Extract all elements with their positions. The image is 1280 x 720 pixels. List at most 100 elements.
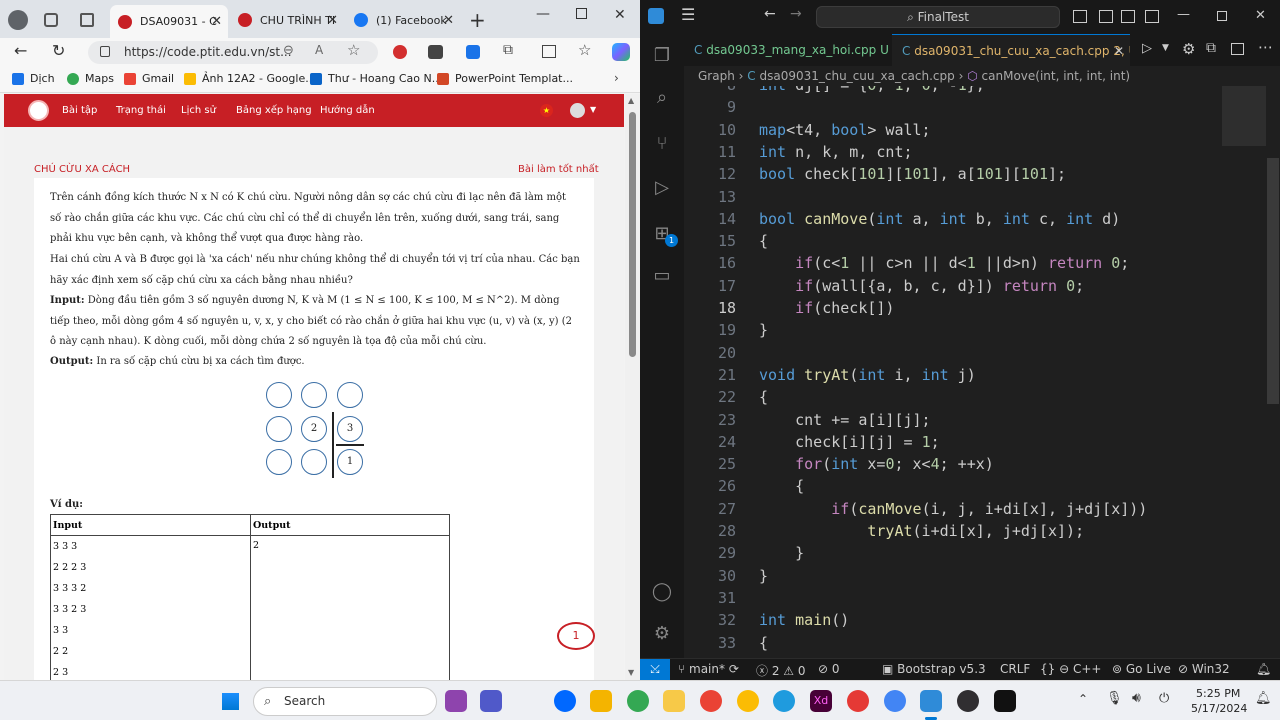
power-plug-icon[interactable]: ⏻ [1159, 691, 1169, 706]
close-tab-icon[interactable]: ✕ [1114, 35, 1124, 66]
code-line[interactable]: 8 int dj[] = {0, 1, 0, -1}; [684, 86, 1280, 96]
breadcrumb-symbol[interactable]: canMove(int, int, int, int) [982, 69, 1131, 83]
editor-scrollbar[interactable] [1267, 158, 1279, 404]
command-center-search[interactable]: ⌕ FinalTest [816, 6, 1060, 28]
folder-icon[interactable] [663, 690, 685, 712]
code-line[interactable]: 28 tryAt(i+di[x], j+dj[x]); [684, 520, 1280, 542]
microphone-icon[interactable]: 🎙︎ [1106, 691, 1123, 706]
chat-widget-button[interactable]: 1 [557, 622, 595, 650]
nav-huong-dan[interactable]: Hướng dẫn [320, 105, 375, 116]
extension-dark-icon[interactable] [428, 45, 443, 59]
go-live-button[interactable]: ⊚ Go Live [1112, 662, 1171, 676]
new-tab-icon[interactable]: + [469, 8, 486, 32]
code-line[interactable]: 14 bool canMove(int a, int b, int c, int … [684, 208, 1280, 230]
code-line[interactable]: 17 if(wall[{a, b, c, d}]) return 0; [684, 275, 1280, 297]
taskbar-search[interactable]: ⌕ Search [253, 687, 437, 716]
problems-indicator[interactable]: ⓧ 2 ⚠ 0 [756, 662, 806, 679]
bookmark-powerpoint[interactable]: PowerPoint Templat... [437, 72, 573, 85]
code-line[interactable]: 21 void tryAt(int i, int j) [684, 364, 1280, 386]
code-line[interactable]: 19} [684, 319, 1280, 341]
toggle-sidebar-icon[interactable] [1073, 10, 1087, 23]
user-avatar[interactable] [570, 103, 585, 118]
breadcrumb-file[interactable]: dsa09031_chu_cuu_xa_cach.cpp [759, 69, 954, 83]
run-file-icon[interactable]: ▷ [1142, 41, 1152, 56]
code-line[interactable]: 10 map<t4, bool> wall; [684, 119, 1280, 141]
minimap[interactable] [1222, 86, 1266, 146]
run-dropdown-icon[interactable]: ▼ [1162, 43, 1169, 53]
chevron-right-icon[interactable]: › [614, 71, 619, 85]
tab-actions-icon[interactable] [80, 13, 94, 27]
close-tab-icon[interactable]: ✕ [443, 13, 454, 28]
devcpp-icon[interactable] [847, 690, 869, 712]
browser-tab-dsa09031[interactable]: DSA09031 - C ✕ [110, 5, 228, 38]
split-editor-icon[interactable] [1231, 43, 1244, 55]
tab-dsa09031[interactable]: C dsa09031_chu_cuu_xa_cach.cpp 2, U ✕ [892, 34, 1130, 66]
browser-tab-facebook[interactable]: (1) Facebook ✕ [346, 6, 460, 34]
nav-bai-tap[interactable]: Bài tập [62, 105, 97, 116]
notifications-icon[interactable]: 🔔︎ [1255, 691, 1272, 706]
code-line[interactable]: 33 { [684, 632, 1280, 654]
extension-red-icon[interactable] [393, 45, 407, 59]
code-line[interactable]: 24 check[i][j] = 1; [684, 431, 1280, 453]
obs-icon[interactable] [957, 690, 979, 712]
code-line[interactable]: 11 int n, k, m, cnt; [684, 141, 1280, 163]
tray-chevron-icon[interactable]: ⌃ [1078, 692, 1088, 706]
code-line[interactable]: 16 if(c<1 || c>n || d<1 ||d>n) return 0; [684, 252, 1280, 274]
platform-indicator[interactable]: ⊘ Win32 [1178, 662, 1230, 676]
menu-hamburger-icon[interactable]: ☰ [681, 5, 695, 24]
code-line[interactable]: 27 if(canMove(i, j, i+di[x], j+dj[x])) [684, 498, 1280, 520]
explorer-icon[interactable]: ❐ [650, 44, 674, 68]
scroll-thumb[interactable] [629, 112, 636, 357]
remote-explorer-icon[interactable]: ▭ [650, 264, 674, 288]
ptit-logo[interactable] [28, 100, 49, 121]
close-window-icon[interactable]: ✕ [1255, 8, 1266, 23]
remote-indicator[interactable]: ⤩ [640, 659, 670, 681]
game-app-icon[interactable] [445, 690, 467, 712]
workspaces-icon[interactable] [44, 13, 58, 27]
maximize-icon[interactable] [576, 8, 587, 19]
scroll-down-icon[interactable]: ▼ [628, 668, 634, 677]
code-line[interactable]: 31 [684, 587, 1280, 609]
run-debug-icon[interactable]: ▷ [650, 176, 674, 200]
code-line[interactable]: 29 } [684, 542, 1280, 564]
close-tab-icon[interactable]: ✕ [211, 14, 222, 29]
eol-indicator[interactable]: CRLF [1000, 662, 1030, 676]
page-scrollbar[interactable]: ▲ ▼ [625, 94, 640, 680]
code-line[interactable]: 9 [684, 96, 1280, 118]
browser-tab-chu-trinh[interactable]: CHU TRÌNH TI ✕ [230, 6, 344, 34]
more-actions-icon[interactable]: ⋯ [1258, 38, 1273, 56]
language-indicator[interactable]: {} ⊖ C++ [1040, 662, 1101, 676]
tab-dsa09033[interactable]: C dsa09033_mang_xa_hoi.cpp U [684, 34, 889, 66]
favorite-star-icon[interactable]: ☆ [347, 41, 360, 59]
search-icon[interactable]: ⌕ [650, 86, 674, 110]
chevron-down-icon[interactable]: ▼ [590, 105, 596, 114]
code-line[interactable]: 22 { [684, 386, 1280, 408]
address-bar[interactable]: https://code.ptit.edu.vn/st... [88, 41, 378, 64]
file-explorer-icon[interactable] [590, 690, 612, 712]
nav-forward-icon[interactable]: → [790, 6, 802, 22]
chrome-profile-icon[interactable] [700, 690, 722, 712]
zoom-icon[interactable]: ⊖ [283, 43, 294, 58]
manage-gear-icon[interactable]: ⚙ [650, 622, 674, 646]
code-line[interactable]: 20 [684, 342, 1280, 364]
zalo-icon[interactable] [554, 690, 576, 712]
chrome-2-icon[interactable] [737, 690, 759, 712]
code-line[interactable]: 30} [684, 565, 1280, 587]
split-screen-icon[interactable] [542, 45, 556, 58]
vscode-taskbar-icon[interactable] [920, 690, 942, 712]
minimize-icon[interactable]: — [1177, 7, 1190, 22]
best-submission-link[interactable]: Bài làm tốt nhất [518, 164, 599, 175]
source-control-icon[interactable]: ⑂ [650, 132, 674, 156]
breadcrumb-folder[interactable]: Graph [698, 69, 735, 83]
bookmark-gmail[interactable]: Gmail [124, 72, 174, 85]
extensions-puzzle-icon[interactable]: ⧉ [503, 42, 513, 58]
toggle-secondary-sidebar-icon[interactable] [1121, 10, 1135, 23]
chrome-icon[interactable] [627, 690, 649, 712]
code-line[interactable]: 26 { [684, 475, 1280, 497]
clock-time[interactable]: 5:25 PM [1196, 687, 1240, 700]
code-line[interactable]: 18 if(check[]) [684, 297, 1280, 319]
code-line[interactable]: 13 [684, 186, 1280, 208]
bookmark-google-drive[interactable]: Ảnh 12A2 - Google... [184, 72, 316, 85]
edge-icon[interactable] [773, 690, 795, 712]
code-line[interactable]: 15 { [684, 230, 1280, 252]
